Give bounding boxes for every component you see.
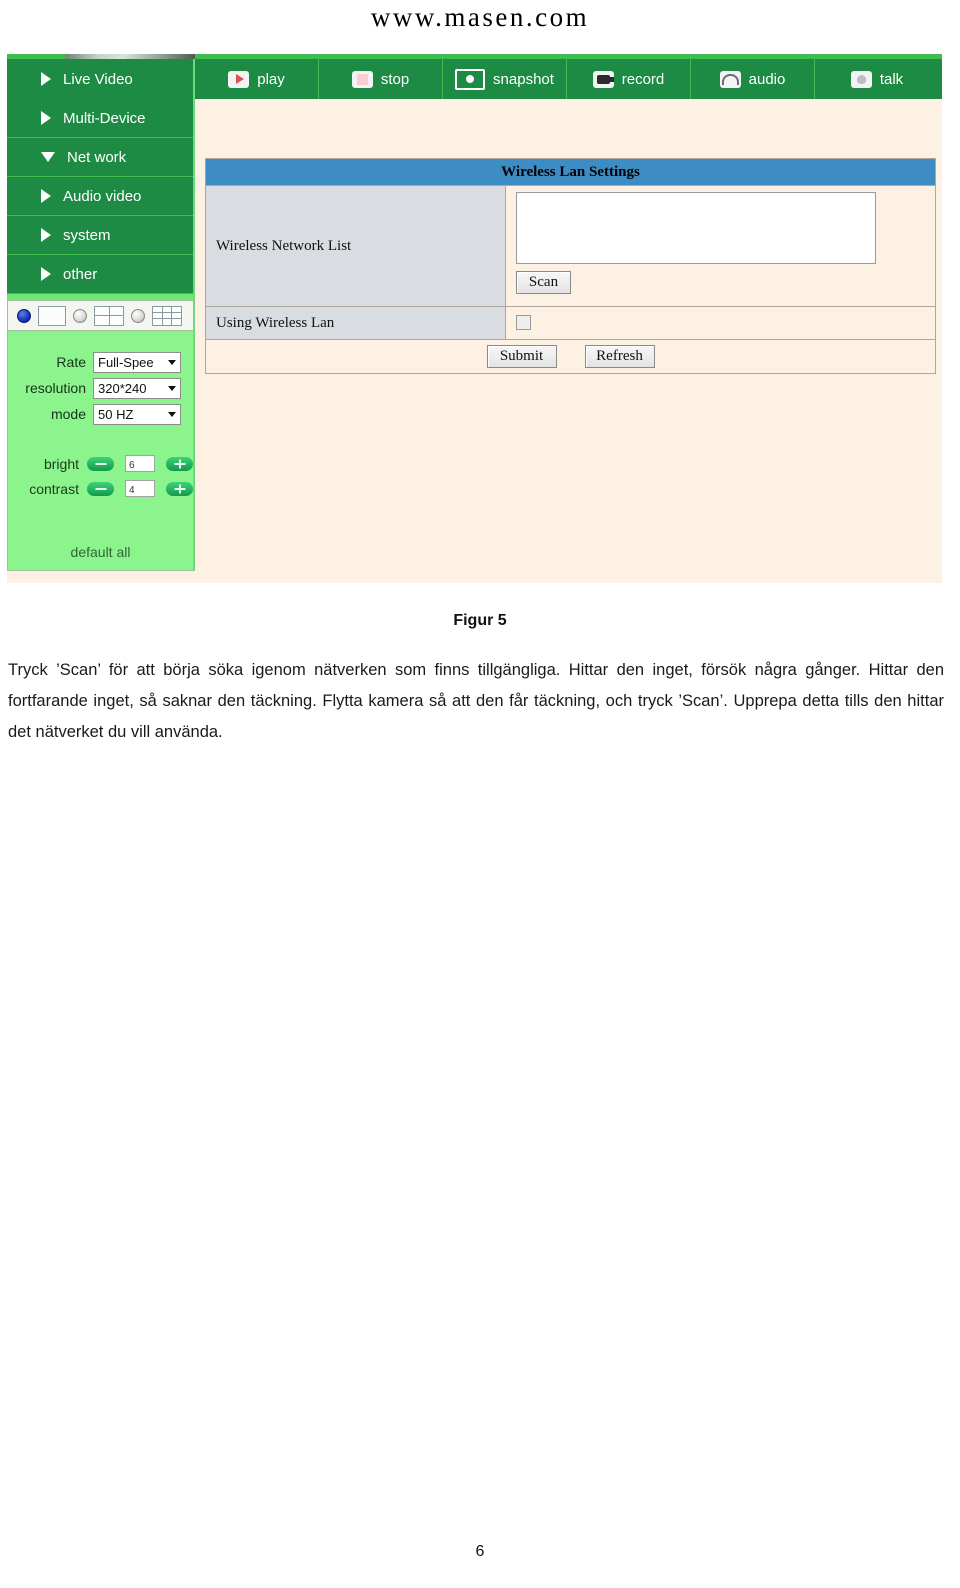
bright-decrease-button[interactable] (87, 456, 114, 471)
using-wireless-lan-label: Using Wireless Lan (206, 307, 506, 339)
wireless-lan-settings-card: Wireless Lan Settings Wireless Network L… (205, 158, 936, 374)
using-wireless-lan-checkbox[interactable] (516, 315, 531, 330)
stop-icon (351, 70, 373, 88)
triangle-right-icon (41, 189, 51, 203)
using-wireless-lan-row: Using Wireless Lan (206, 307, 935, 340)
triangle-down-icon (41, 152, 55, 162)
sidebar-item-system[interactable]: system (7, 216, 193, 255)
play-icon (228, 70, 250, 88)
triangle-right-icon (41, 72, 51, 86)
view-mode-pane-1-icon[interactable] (38, 305, 66, 326)
card-actions: Submit Refresh (206, 340, 935, 373)
body-paragraph: Tryck ’Scan’ för att börja söka igenom n… (8, 661, 944, 741)
view-mode-radio-single[interactable] (17, 308, 31, 323)
resolution-label: resolution (25, 380, 86, 396)
triangle-right-icon (41, 267, 51, 281)
view-mode-selector (7, 300, 195, 331)
card-title: Wireless Lan Settings (206, 159, 935, 186)
main-content: Wireless Lan Settings Wireless Network L… (197, 99, 942, 583)
bright-value: 6 (125, 455, 155, 472)
site-header: www.masen.com (370, 2, 590, 32)
camera-toolbar: Live Video play stop snapshot record aud… (7, 59, 942, 99)
sidebar-item-live-video[interactable]: Live Video (7, 59, 195, 99)
view-mode-radio-nine[interactable] (131, 308, 145, 323)
toolbar-button-label: audio (748, 70, 786, 88)
toolbar-button-stop[interactable]: stop (319, 59, 443, 99)
wireless-network-list-box[interactable] (516, 192, 876, 264)
talk-icon (850, 70, 872, 88)
using-wireless-lan-cell (506, 307, 935, 339)
toolbar-button-play[interactable]: play (195, 59, 319, 99)
mode-select[interactable]: 50 HZ (93, 403, 181, 425)
contrast-label: contrast (29, 480, 79, 497)
chevron-down-icon (168, 411, 176, 417)
default-all-link[interactable]: default all (8, 544, 193, 560)
setting-row-resolution: resolution 320*240 (8, 375, 193, 401)
rate-value: Full-Spee (98, 354, 154, 370)
sidebar: Multi-Device Net work Audio video system… (7, 99, 195, 583)
toolbar-button-label: talk (879, 70, 904, 88)
sidebar-item-label: other (63, 265, 98, 283)
wireless-network-list-row: Wireless Network List Scan (206, 186, 935, 307)
view-mode-radio-quad[interactable] (73, 308, 87, 323)
contrast-increase-button[interactable] (166, 481, 193, 496)
sidebar-item-multi-device[interactable]: Multi-Device (7, 99, 193, 138)
sidebar-item-label: Audio video (63, 187, 142, 205)
contrast-decrease-button[interactable] (87, 481, 114, 496)
sidebar-item-other[interactable]: other (7, 255, 193, 294)
setting-row-mode: mode 50 HZ (8, 401, 193, 427)
triangle-right-icon (41, 228, 51, 242)
toolbar-button-label: snapshot (493, 70, 554, 88)
rate-label: Rate (56, 354, 86, 370)
refresh-button[interactable]: Refresh (584, 345, 655, 368)
view-mode-pane-4-icon[interactable] (94, 305, 124, 326)
toolbar-button-label: record (621, 70, 665, 88)
chevron-down-icon (168, 385, 176, 391)
toolbar-button-label: stop (380, 70, 410, 88)
submit-button[interactable]: Submit (486, 345, 557, 368)
bright-increase-button[interactable] (166, 456, 193, 471)
wireless-network-list-label: Wireless Network List (206, 186, 506, 306)
figure-screenshot: Live Video play stop snapshot record aud… (7, 54, 942, 583)
sidebar-item-label: Live Video (63, 70, 133, 88)
resolution-value: 320*240 (98, 380, 147, 396)
view-mode-pane-9-icon[interactable] (152, 305, 182, 326)
record-icon (592, 70, 614, 88)
audio-icon (719, 70, 741, 88)
scan-button[interactable]: Scan (516, 271, 571, 294)
snapshot-icon (455, 68, 486, 90)
resolution-select[interactable]: 320*240 (93, 377, 181, 399)
toolbar-button-label: play (257, 70, 285, 88)
toolbar-button-snapshot[interactable]: snapshot (443, 59, 567, 99)
setting-row-bright: bright 6 (8, 451, 193, 476)
wireless-network-list-cell: Scan (506, 186, 935, 306)
rate-select[interactable]: Full-Spee (93, 351, 181, 373)
sidebar-item-network[interactable]: Net work (7, 138, 193, 177)
mode-value: 50 HZ (98, 406, 134, 422)
bright-label: bright (43, 455, 79, 472)
sidebar-item-label: Net work (67, 148, 127, 166)
video-settings-panel: Rate Full-Spee resolution 320*240 mode 5… (7, 331, 195, 571)
setting-row-contrast: contrast 4 (8, 476, 193, 501)
mode-label: mode (50, 406, 86, 422)
sidebar-item-audio-video[interactable]: Audio video (7, 177, 193, 216)
figure-caption: Figur 5 (453, 612, 507, 629)
page-number: 6 (475, 1543, 485, 1560)
triangle-right-icon (41, 111, 51, 125)
sidebar-item-label: system (63, 226, 111, 244)
chevron-down-icon (168, 359, 176, 365)
sidebar-item-label: Multi-Device (63, 109, 146, 127)
toolbar-button-record[interactable]: record (567, 59, 691, 99)
setting-row-rate: Rate Full-Spee (8, 349, 193, 375)
sidebar-nav: Multi-Device Net work Audio video system… (7, 99, 195, 294)
contrast-value: 4 (125, 480, 155, 497)
toolbar-button-audio[interactable]: audio (691, 59, 815, 99)
toolbar-button-talk[interactable]: talk (815, 59, 939, 99)
